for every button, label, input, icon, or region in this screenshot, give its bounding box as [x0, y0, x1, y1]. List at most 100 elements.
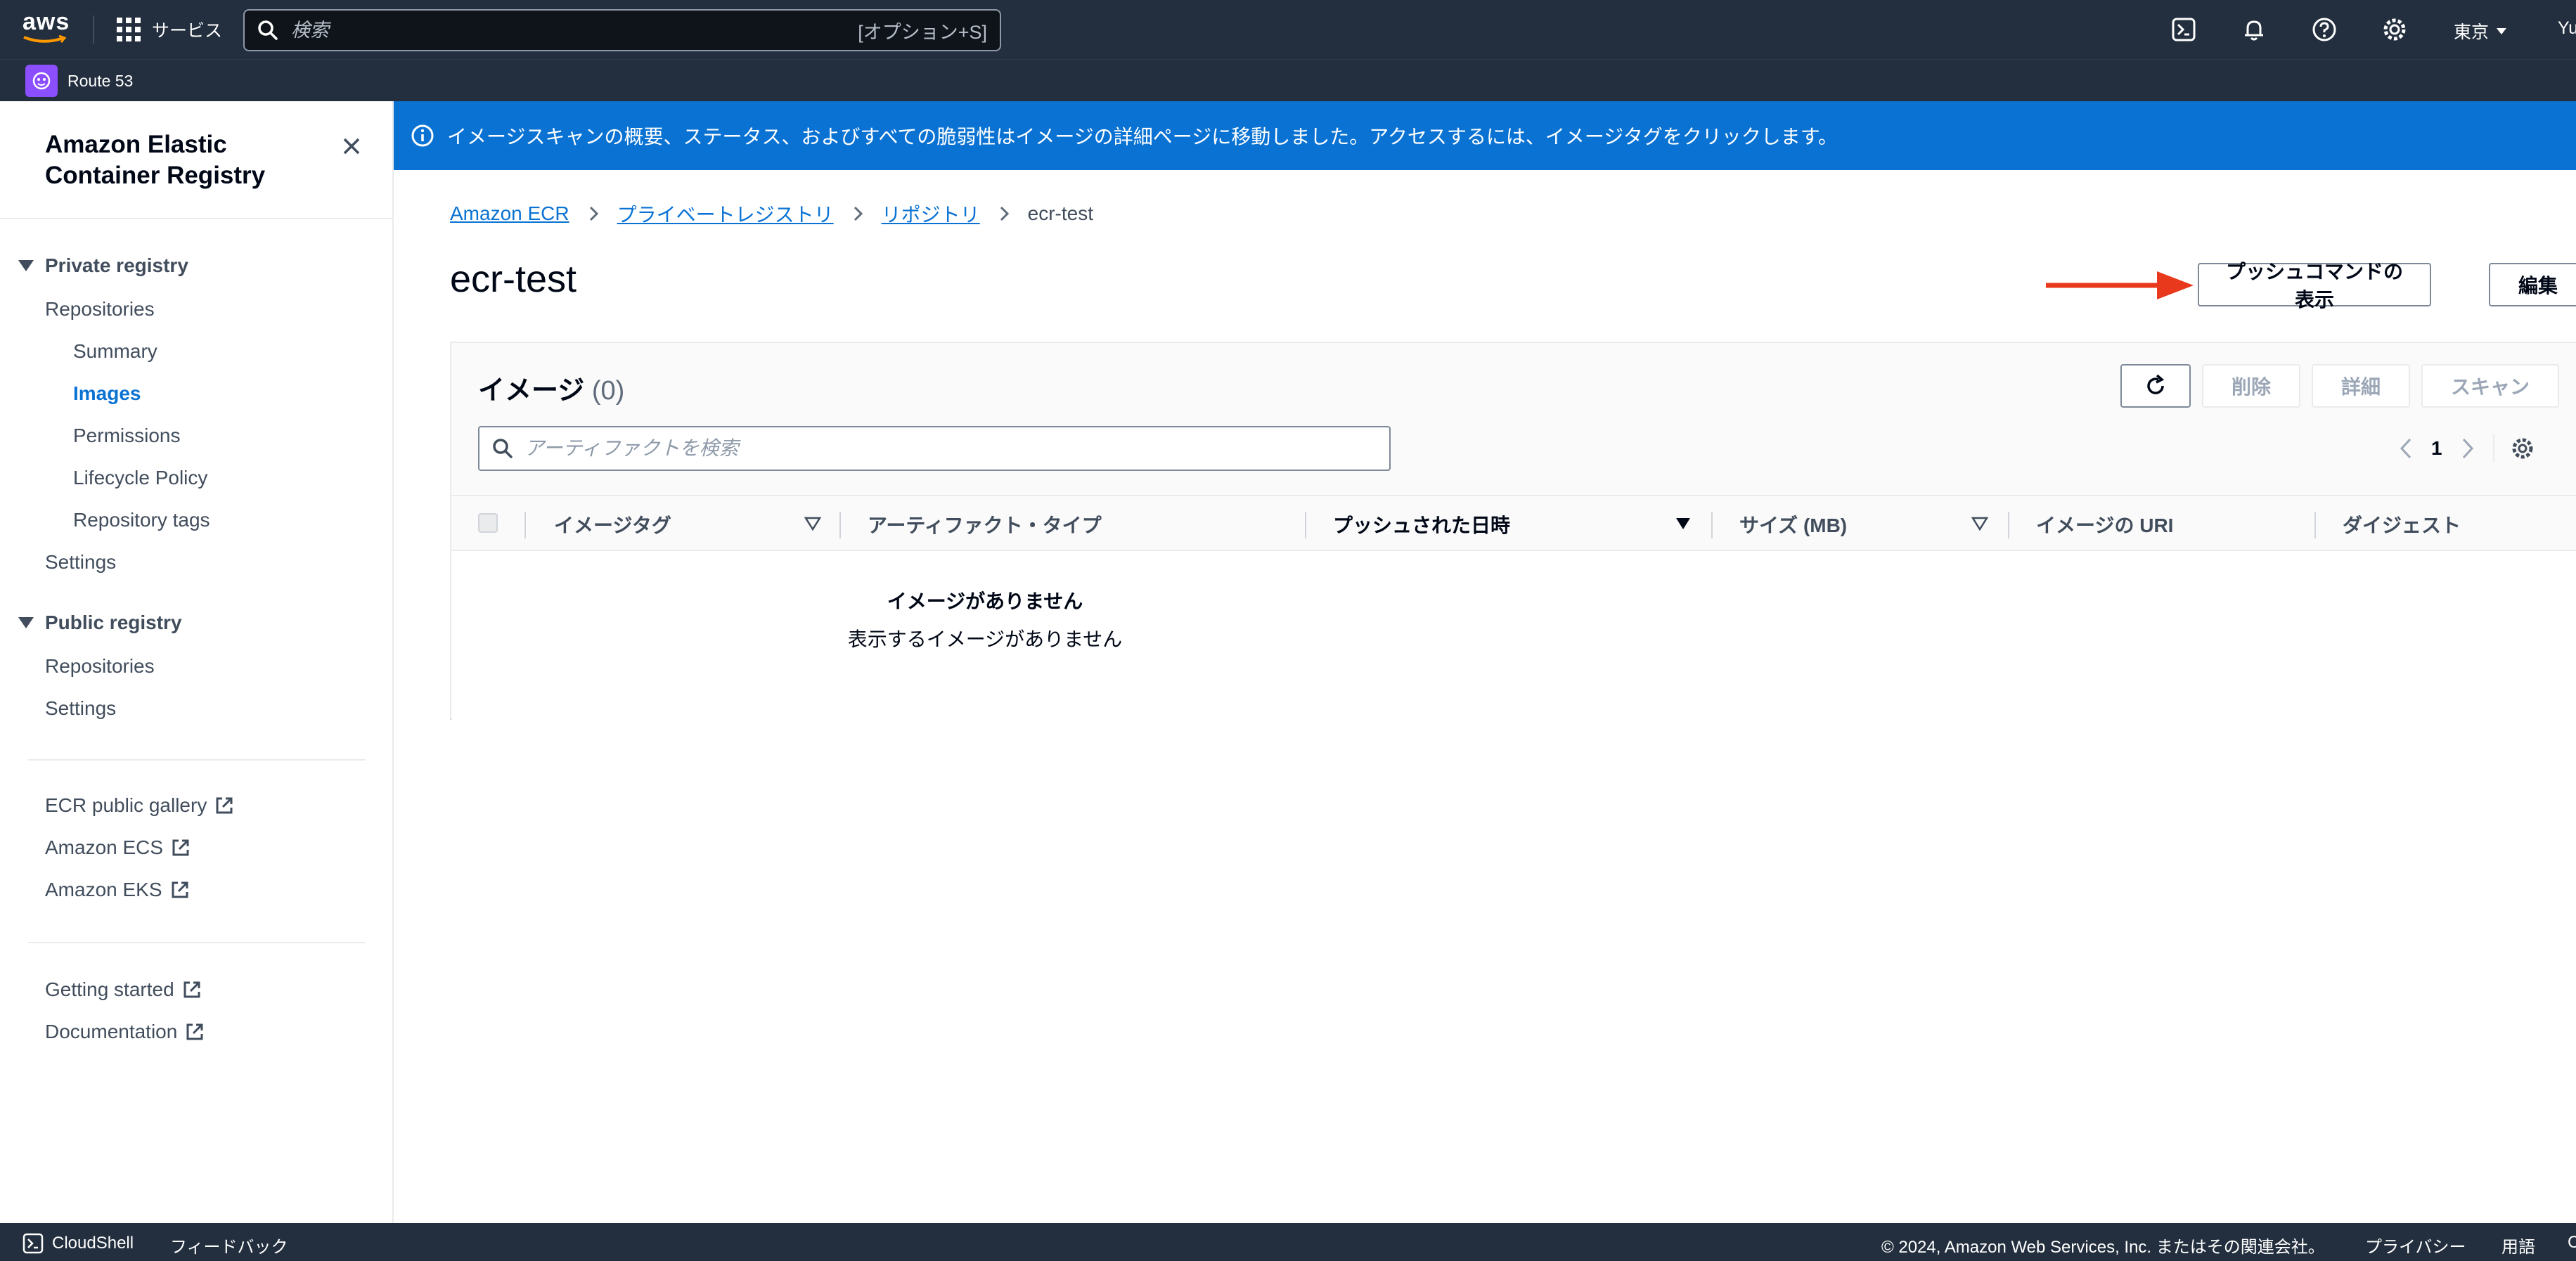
global-search-input[interactable] [291, 19, 858, 41]
column-divider [524, 512, 526, 538]
breadcrumb-private-registry[interactable]: プライベートレジストリ [617, 200, 834, 228]
sidebar-section-public-registry[interactable]: Public registry [18, 612, 182, 634]
help-button[interactable] [2310, 15, 2338, 44]
sort-icon[interactable] [804, 516, 821, 531]
aws-logo[interactable]: aws [22, 10, 73, 49]
sidebar-item-permissions[interactable]: Permissions [73, 425, 180, 447]
column-header-image-tag[interactable]: イメージタグ [554, 510, 671, 538]
cloudshell-icon [22, 1233, 44, 1254]
triangle-down-icon [18, 617, 34, 628]
link-label: Getting started [45, 978, 174, 1000]
chevron-right-icon[interactable] [2458, 436, 2478, 461]
cloudshell-button[interactable] [2170, 15, 2198, 44]
sidebar-item-repositories[interactable]: Repositories [45, 298, 155, 321]
sidebar-section-private-registry[interactable]: Private registry [18, 254, 188, 277]
external-link-icon [183, 981, 200, 998]
artifact-search-input[interactable] [524, 437, 1389, 460]
sort-icon[interactable] [1971, 516, 1988, 531]
images-table-container: イメージ (0) 削除 詳細 スキャン 1 [450, 342, 2576, 720]
refresh-button[interactable] [2120, 364, 2191, 408]
sidebar-title[interactable]: Amazon Elastic Container Registry [45, 129, 319, 191]
link-label: Amazon ECS [45, 836, 164, 858]
pagination: 1 [2396, 434, 2535, 463]
sidebar-link-getting-started[interactable]: Getting started [45, 978, 202, 1001]
sidebar-item-public-repositories[interactable]: Repositories [45, 655, 155, 678]
sidebar-link-ecr-public-gallery[interactable]: ECR public gallery [45, 794, 235, 817]
link-label: Amazon EKS [45, 879, 162, 900]
footer-terms-link[interactable]: 用語 [2501, 1233, 2535, 1257]
gear-icon [2383, 18, 2406, 41]
search-icon [258, 20, 278, 40]
sidebar-item-lifecycle-policy[interactable]: Lifecycle Policy [73, 467, 207, 489]
settings-button[interactable] [2381, 15, 2409, 44]
footer-copyright: © 2024, Amazon Web Services, Inc. またはその関… [1881, 1238, 2325, 1257]
edit-button[interactable]: 編集 [2489, 263, 2576, 306]
sidebar-link-documentation[interactable]: Documentation [45, 1021, 205, 1043]
sidebar-divider [28, 759, 366, 761]
footer-privacy-link[interactable]: プライバシー [2365, 1233, 2466, 1257]
nav-divider [93, 15, 94, 44]
delete-button[interactable]: 削除 [2202, 364, 2300, 408]
sort-descending-icon[interactable] [1675, 516, 1692, 531]
sidebar-item-settings[interactable]: Settings [45, 551, 116, 574]
notifications-button[interactable] [2240, 15, 2268, 44]
console-footer: CloudShell フィードバック © 2024, Amazon Web Se… [0, 1223, 2576, 1261]
table-header: イメージタグ アーティファクト・タイプ プッシュされた日時 サイズ (MB) イ… [451, 495, 2576, 551]
favorite-route53[interactable]: Route 53 [25, 65, 134, 97]
account-menu[interactable]: Yu [2558, 18, 2576, 39]
global-search[interactable]: [オプション+S] [243, 9, 1001, 51]
column-header-pushed-at[interactable]: プッシュされた日時 [1333, 510, 1510, 538]
details-button[interactable]: 詳細 [2312, 364, 2410, 408]
close-icon [343, 138, 360, 155]
sidebar-section-label: Public registry [45, 612, 182, 633]
aws-logo-text: aws [22, 8, 70, 35]
sidebar-link-amazon-eks[interactable]: Amazon EKS [45, 879, 191, 901]
page-number[interactable]: 1 [2431, 437, 2442, 460]
external-link-icon [216, 797, 233, 814]
select-all-checkbox[interactable] [478, 513, 498, 533]
sidebar-item-summary[interactable]: Summary [73, 340, 157, 363]
external-link-icon [172, 839, 189, 856]
chevron-right-icon [589, 206, 598, 221]
sidebar-item-repository-tags[interactable]: Repository tags [73, 509, 210, 531]
sidebar-divider [0, 218, 392, 219]
refresh-icon [2147, 374, 2165, 394]
scan-button[interactable]: スキャン [2421, 364, 2559, 408]
footer-feedback-link[interactable]: フィードバック [170, 1233, 288, 1257]
breadcrumb-amazon-ecr[interactable]: Amazon ECR [450, 202, 569, 225]
region-label: 東京 [2454, 22, 2490, 42]
artifact-search[interactable] [478, 426, 1391, 471]
gear-icon[interactable] [2510, 436, 2535, 461]
footer-cloudshell-label: CloudShell [52, 1234, 134, 1253]
favorite-route53-label: Route 53 [67, 71, 134, 90]
region-selector[interactable]: 東京 [2454, 18, 2507, 44]
column-header-digest[interactable]: ダイジェスト [2343, 510, 2461, 538]
column-divider [2314, 512, 2316, 538]
external-link-icon [172, 881, 188, 898]
column-header-artifact-type[interactable]: アーティファクト・タイプ [868, 510, 1102, 538]
view-push-commands-button[interactable]: プッシュコマンドの表示 [2198, 261, 2431, 311]
services-menu-button[interactable]: サービス [117, 15, 222, 44]
aws-smile-icon [23, 35, 67, 43]
services-label: サービス [152, 21, 223, 41]
footer-cloudshell-button[interactable]: CloudShell [22, 1233, 134, 1254]
chevron-right-icon [854, 206, 863, 221]
images-title-text: イメージ [478, 376, 585, 406]
sidebar-close-button[interactable] [337, 132, 366, 160]
cloudshell-icon [2172, 18, 2196, 41]
column-divider [2008, 512, 2009, 538]
chevron-right-icon [1000, 206, 1009, 221]
breadcrumb-repositories[interactable]: リポジトリ [882, 200, 980, 228]
sidebar-link-amazon-ecs[interactable]: Amazon ECS [45, 836, 191, 859]
footer-cookie-link[interactable]: C [2568, 1233, 2576, 1253]
sidebar-item-public-settings[interactable]: Settings [45, 697, 116, 720]
route53-icon [25, 65, 58, 97]
sidebar-item-images[interactable]: Images [73, 382, 141, 405]
side-navigation: Amazon Elastic Container Registry Privat… [0, 101, 394, 1223]
column-header-size[interactable]: サイズ (MB) [1739, 510, 1847, 538]
info-icon [411, 124, 434, 147]
breadcrumb-current: ecr-test [1027, 202, 1094, 224]
column-header-image-uri[interactable]: イメージの URI [2036, 510, 2173, 538]
chevron-left-icon[interactable] [2396, 436, 2416, 461]
empty-state-title: イメージがありません [887, 590, 1083, 612]
